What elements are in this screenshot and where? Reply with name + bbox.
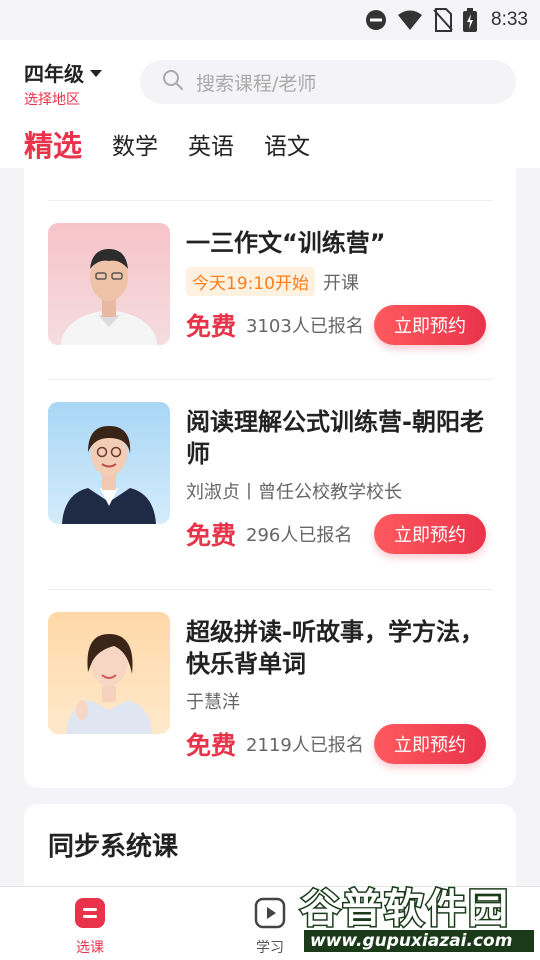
nav-label: 学习 xyxy=(256,940,284,956)
enrolled-count: 3103人已报名 xyxy=(246,316,364,337)
course-item[interactable]: 超级拼读-听故事，学方法，快乐背单词 于慧洋 免费 2119人已报名 立即预约 xyxy=(48,589,492,799)
grade-selector[interactable]: 四年级 选择地区 xyxy=(24,58,102,109)
teacher-info: 刘淑贞丨曾任公校教学校长 xyxy=(186,482,402,503)
no-sim-icon xyxy=(433,8,453,32)
play-icon xyxy=(254,897,286,933)
status-bar: 8:33 xyxy=(0,0,540,40)
wifi-icon xyxy=(397,9,423,31)
nav-label: 选课 xyxy=(76,940,104,956)
teacher-photo xyxy=(48,402,170,524)
caret-down-icon xyxy=(90,70,102,77)
price-label: 免费 xyxy=(186,731,237,760)
price-label: 免费 xyxy=(186,521,237,550)
watermark-logo: 谷普软件园 www.gupuxiazai.com xyxy=(296,874,540,960)
tab-chinese[interactable]: 语文 xyxy=(264,127,310,161)
course-list-card: 一三作文“训练营” 今天19:10开始 开课 免费 3103人已报名 立即预约 xyxy=(24,168,516,788)
enrolled-count: 2119人已报名 xyxy=(246,735,364,756)
do-not-disturb-icon xyxy=(365,9,387,31)
enrolled-count: 296人已报名 xyxy=(246,525,353,546)
teacher-photo xyxy=(48,223,170,345)
teacher-name: 于慧洋 xyxy=(186,692,240,713)
status-time: 8:33 xyxy=(491,9,528,30)
tab-english[interactable]: 英语 xyxy=(188,127,234,161)
course-title: 超级拼读-听故事，学方法，快乐背单词 xyxy=(186,618,484,678)
top-bar: 四年级 选择地区 搜索课程/老师 xyxy=(0,40,540,120)
tab-featured[interactable]: 精选 xyxy=(24,123,82,165)
search-placeholder: 搜索课程/老师 xyxy=(196,72,317,95)
subject-tabs: 精选 数学 英语 语文 xyxy=(0,120,540,168)
nav-select-course[interactable]: 选课 xyxy=(45,897,135,957)
region-selector[interactable]: 选择地区 xyxy=(24,89,102,109)
course-title: 阅读理解公式训练营-朝阳老师 xyxy=(186,408,484,468)
grade-label: 四年级 xyxy=(24,62,84,86)
course-meta: 开课 xyxy=(323,272,359,294)
price-label: 免费 xyxy=(186,312,237,341)
watermark-url: www.gupuxiazai.com xyxy=(304,930,534,952)
course-title: 一三作文“训练营” xyxy=(186,229,386,257)
reserve-button[interactable]: 立即预约 xyxy=(374,305,486,345)
tab-math[interactable]: 数学 xyxy=(112,127,158,161)
course-item[interactable]: 阅读理解公式训练营-朝阳老师 刘淑贞丨曾任公校教学校长 免费 296人已报名 立… xyxy=(48,379,492,589)
reserve-button[interactable]: 立即预约 xyxy=(374,724,486,764)
teacher-photo xyxy=(48,612,170,734)
start-time-badge: 今天19:10开始 xyxy=(186,267,315,296)
section-title: 同步系统课 xyxy=(48,832,179,862)
battery-charging-icon xyxy=(463,8,478,32)
select-course-icon xyxy=(74,897,106,933)
reserve-button[interactable]: 立即预约 xyxy=(374,514,486,554)
search-input[interactable]: 搜索课程/老师 xyxy=(140,60,516,104)
course-feed[interactable]: 一三作文“训练营” 今天19:10开始 开课 免费 3103人已报名 立即预约 xyxy=(0,168,540,886)
search-icon xyxy=(162,69,184,96)
watermark-title: 谷普软件园 xyxy=(299,885,510,934)
